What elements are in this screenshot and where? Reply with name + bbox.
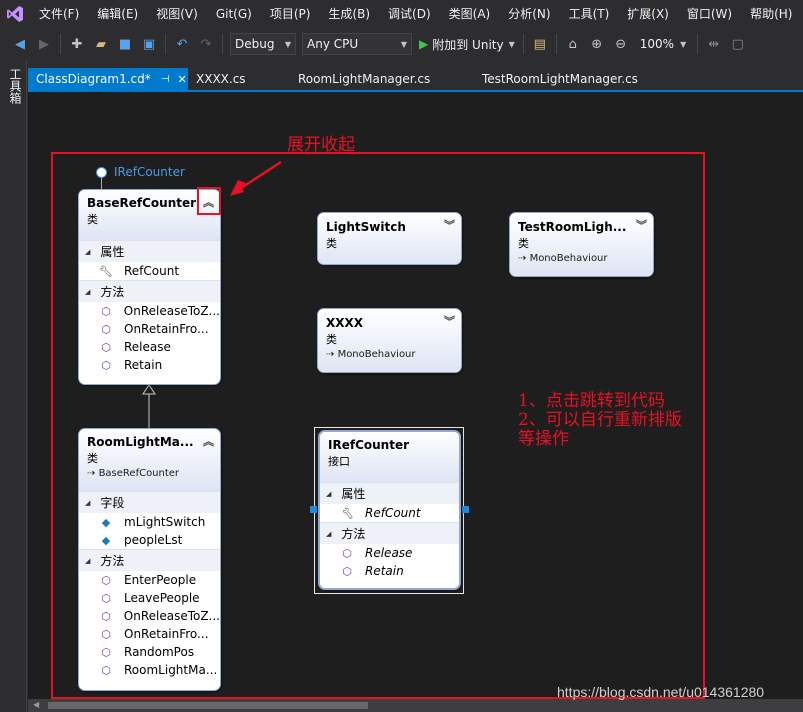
annotation-note: 2、可以自行重新排版 [518,410,682,430]
annotation-note: 1、点击跳转到代码 [518,391,665,411]
scroll-left-icon[interactable]: ◀ [33,700,39,709]
watermark: https://blog.csdn.net/u014361280 [557,684,765,700]
annotation-note: 等操作 [518,429,569,449]
annotation-notes: 1、点击跳转到代码 2、可以自行重新排版 等操作 [518,392,682,449]
scrollbar-thumb[interactable] [48,702,368,709]
annotation-arrow-icon [230,160,282,196]
annotation-title: 展开收起 [287,135,355,155]
horizontal-scrollbar[interactable]: ◀ [28,699,803,712]
annotation-collapse-marker [197,187,221,215]
